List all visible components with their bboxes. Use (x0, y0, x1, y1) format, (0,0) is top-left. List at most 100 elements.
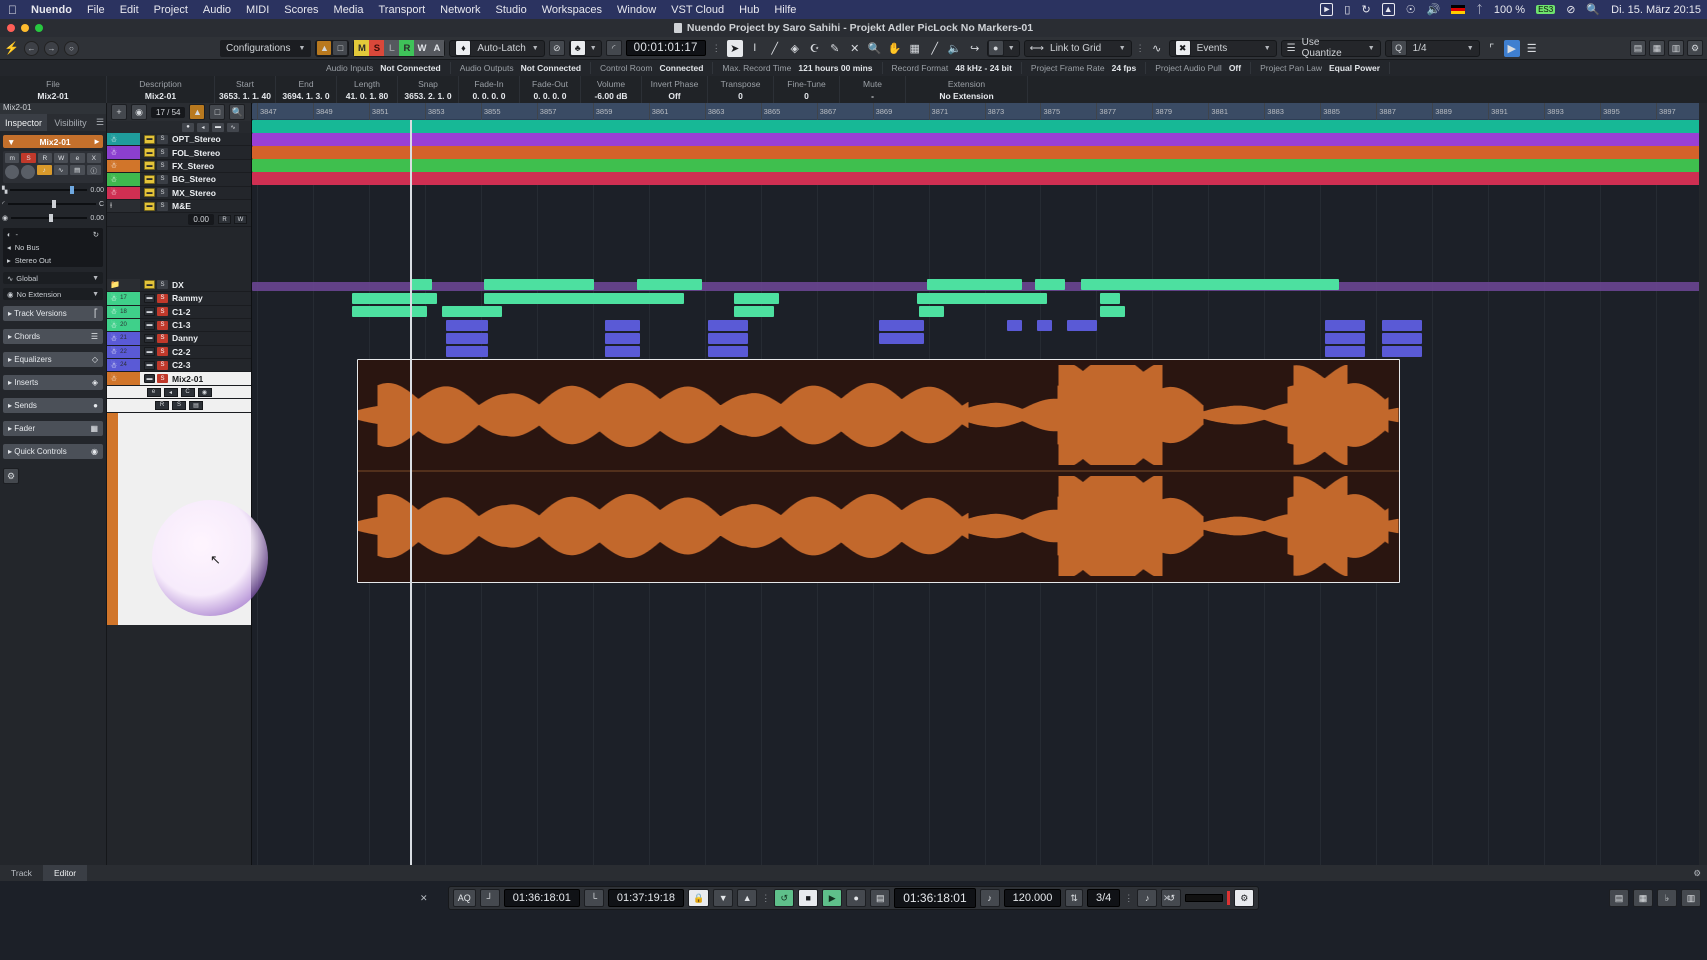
dialogue-clip[interactable] (446, 333, 488, 344)
metronome-icon[interactable]: ♪ (980, 889, 1000, 907)
dialogue-clip[interactable] (1067, 320, 1097, 331)
track-name[interactable]: OPT_Stereo (172, 134, 221, 144)
dialogue-clip[interactable] (446, 346, 488, 357)
quantize-mode-dropdown[interactable]: ☰ Use Quantize▼ (1281, 40, 1381, 57)
track-volume-value[interactable]: 0.00 (188, 214, 214, 225)
usb-icon[interactable]: ▯ (1344, 3, 1350, 16)
menu-item-midi[interactable]: MIDI (246, 4, 269, 16)
track-solo-button[interactable]: S (157, 161, 168, 170)
track-color-bar[interactable]: ☃ (107, 372, 140, 384)
inspector-section-sends[interactable]: ▸ Sends● (3, 398, 103, 413)
track-name[interactable]: BG_Stereo (172, 174, 216, 184)
tempo-display[interactable]: 120.000 (1004, 889, 1062, 907)
tab-track[interactable]: Track (0, 865, 43, 881)
play-tool-icon[interactable]: ✋ (887, 40, 903, 57)
mute-tool-icon[interactable]: ✕ (847, 40, 863, 57)
vertical-scrollbar[interactable] (1699, 103, 1707, 865)
track-name[interactable]: DX (172, 280, 184, 290)
info-field[interactable]: Length41. 0. 1. 80 (337, 76, 398, 103)
timeline-ruler[interactable]: 3847384938513853385538573859386138633865… (252, 103, 1707, 120)
stop-icon[interactable]: ■ (798, 889, 818, 907)
track-color-bar[interactable]: ☃ (107, 146, 140, 158)
track-row[interactable]: ☃24▬SC2-3 (107, 359, 251, 372)
dialogue-clip[interactable] (708, 346, 748, 357)
inspector-expand-icon[interactable]: ▸ (95, 136, 99, 147)
automation-panel-icon[interactable]: ♦ (455, 40, 471, 56)
show-left-zone-icon[interactable]: ▲ (316, 40, 332, 56)
menu-item-hilfe[interactable]: Hilfe (774, 4, 796, 16)
color-tool-icon[interactable]: ↪ (967, 40, 983, 57)
track-color-bar[interactable]: ☃22 (107, 346, 140, 358)
audio-clip[interactable] (252, 133, 1707, 146)
volume-slider[interactable] (10, 189, 87, 191)
inspector-lanes-button[interactable]: ▤ (70, 165, 85, 175)
refresh-icon[interactable]: ↻ (93, 230, 99, 239)
dialogue-clip[interactable] (446, 320, 488, 331)
track-row[interactable]: ☃21▬SDanny (107, 332, 251, 345)
read-automation-button[interactable]: R (399, 40, 414, 56)
inspector-menu-icon[interactable]: ☰ (94, 114, 106, 131)
line-tool-icon[interactable]: ╱ (927, 40, 943, 57)
lower-zone-settings-icon[interactable]: ⚙ (1693, 868, 1701, 879)
tab-inspector[interactable]: Inspector (0, 114, 47, 131)
inspector-musical-mode-button[interactable]: ♪ (37, 165, 52, 175)
erase-tool-icon[interactable]: ☪ (807, 40, 823, 57)
automation-filter-icon[interactable]: ∿ (227, 123, 239, 132)
object-selection-tool-icon[interactable]: ➤ (727, 40, 743, 57)
info-field[interactable]: Volume-6.00 dB (581, 76, 642, 103)
track-row[interactable]: ☃17▬SRammy (107, 292, 251, 305)
selected-track-button[interactable]: e (147, 388, 161, 397)
track-row[interactable]: ☃▬SMix2-01 (107, 372, 251, 385)
inspector-section-fader[interactable]: ▸ Fader▦ (3, 421, 103, 436)
info-field[interactable]: ExtensionNo Extension (906, 76, 1028, 103)
menu-item-network[interactable]: Network (440, 4, 480, 16)
monitor-filter-icon[interactable]: ◂ (197, 123, 209, 132)
track-row[interactable]: ☃▬SOPT_Stereo (107, 133, 251, 146)
transport-close-right-icon[interactable]: ✕ (1163, 893, 1171, 904)
inspector-input-row[interactable]: ◂No Bus (3, 241, 103, 254)
track-solo-button[interactable]: S (157, 202, 168, 211)
track-row[interactable]: ☃ ▬S FOL_Stereo (107, 146, 251, 159)
automation-mode-dropdown[interactable]: ♦ Auto-Latch▼ (449, 40, 544, 57)
show-right-zone-toggle[interactable]: ▥ (1668, 40, 1684, 56)
grid-icon[interactable]: ✖ (1175, 40, 1191, 56)
gain-slider[interactable] (11, 217, 87, 219)
dialogue-clip[interactable] (734, 306, 774, 317)
menubar-clock[interactable]: Di. 15. März 20:15 (1611, 4, 1701, 16)
track-search-icon[interactable]: 🔍 (229, 104, 245, 120)
track-mute-button[interactable]: ▬ (144, 374, 155, 383)
track-name[interactable]: FOL_Stereo (172, 148, 220, 158)
track-mute-button[interactable]: ▬ (144, 334, 155, 343)
info-field[interactable]: Invert PhaseOff (642, 76, 708, 103)
screen-record-icon[interactable]: ► (1320, 3, 1333, 16)
dialogue-clip[interactable] (1100, 293, 1120, 304)
cycle-icon[interactable]: ↺ (774, 889, 794, 907)
selected-audio-event[interactable] (357, 359, 1400, 583)
menu-item-edit[interactable]: Edit (120, 4, 139, 16)
tempo-stepper[interactable]: ⇅ (1065, 889, 1083, 907)
inspector-section-chords[interactable]: ▸ Chords☰ (3, 329, 103, 344)
history-button[interactable]: ○ (64, 41, 79, 56)
dialogue-clip[interactable] (1382, 346, 1422, 357)
constrain-delay-icon[interactable]: ⚡ (4, 41, 19, 55)
track-name[interactable]: C1-3 (172, 320, 190, 330)
dialogue-clip[interactable] (919, 306, 944, 317)
left-locator-display[interactable]: 01:36:18:01 (504, 889, 580, 907)
auto-button[interactable]: A (429, 40, 444, 56)
track-read-automation-button[interactable]: R (218, 215, 231, 224)
dialogue-clip[interactable] (352, 306, 427, 317)
primary-timecode-display[interactable]: 00:01:01:17 (626, 40, 706, 56)
dialogue-clip[interactable] (637, 279, 702, 290)
track-mute-button[interactable]: ▬ (144, 347, 155, 356)
color-dropdown-caret[interactable]: ▼ (1004, 45, 1019, 52)
track-mute-button[interactable]: ▬ (144, 148, 155, 157)
snap-dropdown-caret[interactable]: ▼ (586, 45, 601, 52)
track-color-bar[interactable]: ☃21 (107, 332, 140, 344)
track-row[interactable]: ☃22▬SC2-2 (107, 346, 251, 359)
primary-time-display[interactable]: 01:36:18:01 (894, 888, 975, 908)
palette-icon[interactable]: ● (988, 40, 1004, 56)
dialogue-clip[interactable] (879, 333, 924, 344)
media-icon[interactable]: ♭ (1657, 889, 1677, 907)
track-solo-button[interactable]: S (157, 148, 168, 157)
track-mute-button[interactable]: ▬ (144, 280, 155, 289)
